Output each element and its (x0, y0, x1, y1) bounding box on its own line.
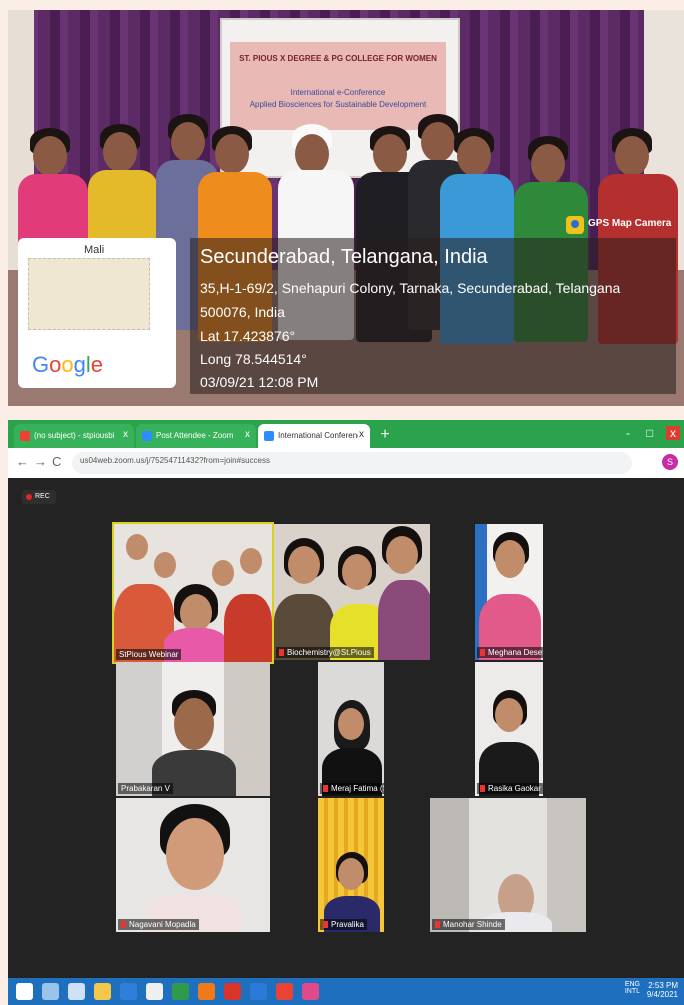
gps-address-line-1: 35,H-1-69/2, Snehapuri Colony, Tarnaka, … (200, 280, 621, 296)
sheets-icon[interactable] (172, 983, 189, 1000)
muted-mic-icon (323, 785, 328, 792)
windows-start-icon[interactable] (16, 983, 33, 1000)
participant-name: Biochemistry@St.Pious (276, 647, 374, 658)
video-tile-biochemistry[interactable]: Biochemistry@St.Pious (274, 524, 430, 660)
gps-longitude: Long 78.544514° (200, 351, 307, 367)
participant-name: Pravalika (320, 919, 367, 930)
tab-close-icon[interactable]: x (245, 429, 250, 440)
opera-icon[interactable] (224, 983, 241, 1000)
screen-conference-title: International e-Conference (290, 88, 386, 97)
video-tile-nagavani[interactable]: Nagavani Mopadla (116, 798, 270, 932)
zoom-gallery-view: REC StPious Webinar Biochemistry@St.Piou… (8, 478, 684, 978)
video-tile-rasika[interactable]: Rasika Gaokar (475, 662, 543, 796)
video-tile-prabakaran[interactable]: Prabakaran V (116, 662, 270, 796)
reload-button[interactable]: C (52, 454, 61, 469)
back-button[interactable]: ← (16, 454, 29, 469)
pdf-icon[interactable] (302, 983, 319, 1000)
zoom-icon (142, 431, 152, 441)
address-bar: ← → C us04web.zoom.us/j/75254711432?from… (8, 448, 684, 479)
zoom-icon (264, 431, 274, 441)
participant-name: Meghana Desetty (477, 647, 543, 658)
tab-title: International Conference - (278, 431, 358, 440)
google-logo-letter: o (61, 352, 74, 377)
profile-avatar[interactable]: S (662, 454, 678, 470)
participant-name: Manohar Shinde (432, 919, 505, 930)
map-thumbnail: Mali Google (18, 238, 176, 388)
gps-map-camera-badge: GPS Map Camera (566, 214, 678, 236)
minimize-button[interactable]: - (626, 426, 630, 440)
participant-name: Nagavani Mopadla (118, 919, 199, 930)
gps-city: Secunderabad, Telangana, India (200, 246, 488, 268)
muted-mic-icon (279, 649, 284, 656)
edge-icon[interactable] (120, 983, 137, 1000)
recording-label: REC (35, 493, 50, 500)
gps-address-line-2: 500076, India (200, 304, 285, 320)
muted-mic-icon (435, 921, 440, 928)
language-indicator[interactable]: ENG INTL (625, 981, 640, 995)
new-tab-button[interactable]: + (376, 426, 394, 444)
forward-button[interactable]: → (34, 454, 47, 469)
video-tile-meraj[interactable]: Meraj Fatima (Secunderabad) (318, 662, 384, 796)
windows-taskbar: ENG INTL 2:53 PM 9/4/2021 (8, 978, 684, 1005)
tab-title: (no subject) - stpiousbiochemi (34, 431, 114, 440)
video-tile-stpious-webinar[interactable]: StPious Webinar (112, 522, 274, 664)
file-explorer-icon[interactable] (94, 983, 111, 1000)
google-logo-letter: G (32, 352, 50, 377)
google-logo-letter: o (49, 352, 62, 377)
google-logo-letter: e (90, 352, 104, 377)
screen-college-title: ST. PIOUS X DEGREE & PG COLLEGE FOR WOME… (239, 54, 437, 63)
app-icon[interactable] (250, 983, 267, 1000)
gps-badge-label: GPS Map Camera (588, 218, 672, 229)
system-clock[interactable]: 2:53 PM 9/4/2021 (647, 981, 678, 999)
gps-latitude: Lat 17.423876° (200, 328, 296, 344)
tab-title: Post Attendee - Zoom (156, 431, 234, 440)
gps-camera-icon (566, 216, 584, 234)
gmail-icon (20, 431, 30, 441)
map-place-label: Mali (84, 244, 105, 256)
maximize-button[interactable]: □ (646, 426, 653, 440)
participant-name: Prabakaran V (118, 783, 173, 794)
tab-gmail[interactable]: (no subject) - stpiousbiochemi x (14, 424, 134, 448)
screen-conference-theme: Applied Biosciences for Sustainable Deve… (249, 100, 427, 109)
tab-conference[interactable]: International Conference - x (258, 424, 370, 448)
browser-window: (no subject) - stpiousbiochemi x Post At… (8, 420, 684, 1005)
map-land (28, 258, 150, 330)
store-icon[interactable] (68, 983, 85, 1000)
recording-indicator: REC (22, 490, 56, 504)
muted-mic-icon (121, 921, 126, 928)
google-logo: Google (32, 352, 103, 378)
close-window-button[interactable]: x (666, 426, 680, 440)
participant-name: Rasika Gaokar (477, 783, 543, 794)
url-text[interactable]: us04web.zoom.us/j/75254711432?from=join#… (80, 456, 620, 470)
window-controls: - □ x (614, 424, 684, 444)
muted-mic-icon (323, 921, 328, 928)
participant-name: StPious Webinar (116, 649, 182, 660)
firefox-icon[interactable] (198, 983, 215, 1000)
gps-info-panel: Secunderabad, Telangana, India 35,H-1-69… (190, 238, 676, 394)
participant-name: Meraj Fatima (Secunderabad) (320, 783, 384, 794)
mail-icon[interactable] (146, 983, 163, 1000)
video-tile-meghana[interactable]: Meghana Desetty (475, 524, 543, 660)
tab-zoom-attendee[interactable]: Post Attendee - Zoom x (136, 424, 256, 448)
google-logo-letter: g (73, 352, 86, 377)
video-tile-pravalika[interactable]: Pravalika (318, 798, 384, 932)
gps-datetime: 03/09/21 12:08 PM (200, 374, 319, 390)
tab-bar: (no subject) - stpiousbiochemi x Post At… (8, 420, 684, 448)
video-tile-manohar[interactable]: Manohar Shinde (430, 798, 586, 932)
muted-mic-icon (480, 649, 485, 656)
chrome-icon[interactable] (276, 983, 293, 1000)
task-view-icon[interactable] (42, 983, 59, 1000)
muted-mic-icon (480, 785, 485, 792)
tab-close-icon[interactable]: x (359, 429, 364, 440)
tab-close-icon[interactable]: x (123, 429, 128, 440)
record-dot-icon (26, 494, 32, 500)
